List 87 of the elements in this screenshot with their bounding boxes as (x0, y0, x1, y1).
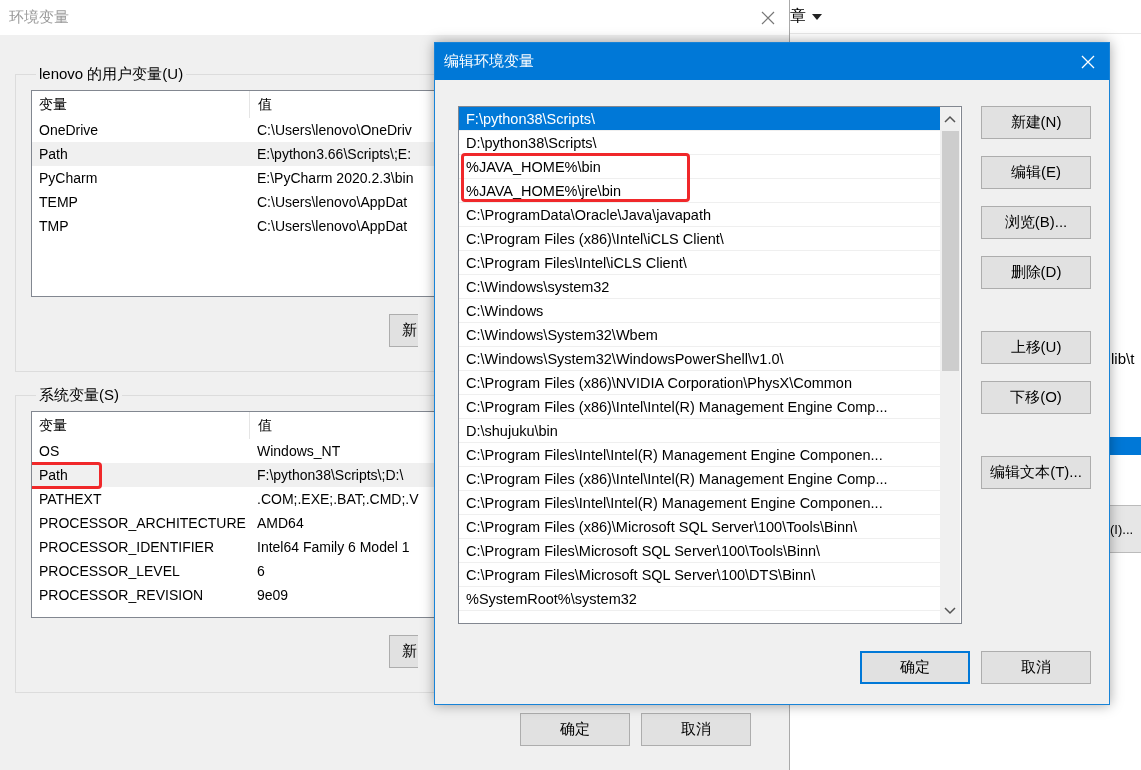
list-item[interactable]: C:\Program Files\Intel\Intel(R) Management Engine Componen... (459, 491, 940, 515)
close-icon[interactable] (761, 10, 775, 25)
dialog-button[interactable]: 浏览(B)... (981, 206, 1091, 239)
column-header[interactable]: 变量 (32, 412, 250, 439)
list-item[interactable]: C:\Program Files (x86)\Microsoft SQL Server\100\Tools\Binn\ (459, 515, 940, 539)
table-cell-text: Windows_NT (256, 443, 341, 459)
table-cell-text: PROCESSOR_ARCHITECTURE (38, 515, 247, 531)
table-cell-text: TMP (38, 218, 70, 234)
dialog-button[interactable]: 确定 (520, 713, 630, 746)
table-cell-text: PROCESSOR_IDENTIFIER (38, 539, 216, 555)
list-item[interactable]: D:\shujuku\bin (459, 419, 940, 443)
column-header[interactable]: 变量 (32, 91, 250, 118)
table-cell-text: F:\python38\Scripts\;D:\ (256, 467, 404, 483)
dialog-button[interactable]: 新建(N) (981, 106, 1091, 139)
list-item[interactable]: F:\python38\Scripts\ (459, 107, 940, 131)
table-cell-text: C:\Users\lenovo\AppDat (256, 218, 408, 234)
scroll-thumb[interactable] (941, 131, 959, 371)
window-title: 编辑环境变量 (444, 52, 534, 71)
table-cell-text: 9e09 (256, 587, 289, 603)
table-cell-text: C:\Users\lenovo\OneDriv (256, 122, 412, 138)
table-row[interactable]: Path E:\python3.66\Scripts\;E: (32, 142, 434, 166)
column-header[interactable]: 值 (250, 91, 272, 118)
table-row[interactable]: PROCESSOR_LEVEL 6 (32, 559, 434, 583)
list-item[interactable]: C:\Windows\System32\Wbem (459, 323, 940, 347)
dialog-button[interactable]: 取消 (641, 713, 751, 746)
edit-button[interactable]: (I)... (1110, 505, 1141, 553)
list-item[interactable]: C:\Program Files\Intel\Intel(R) Management Engine Componen... (459, 443, 940, 467)
toolbar-label[interactable]: 章 (790, 6, 806, 27)
table-cell-text: .COM;.EXE;.BAT;.CMD;.V (256, 491, 419, 507)
column-header[interactable]: 值 (250, 412, 272, 439)
dialog-button[interactable]: 确定 (860, 651, 970, 684)
table-cell-text: PROCESSOR_REVISION (38, 587, 205, 603)
table-cell-text: OneDrive (38, 122, 100, 138)
dialog-button[interactable]: 上移(U) (981, 331, 1091, 364)
list-item[interactable]: C:\Program Files (x86)\NVIDIA Corporation\PhysX\Common (459, 371, 940, 395)
list-item[interactable]: C:\Windows\System32\WindowsPowerShell\v1.0\ (459, 347, 940, 371)
table-row[interactable]: PATHEXT .COM;.EXE;.BAT;.CMD;.V (32, 487, 434, 511)
table-cell-text: PROCESSOR_LEVEL (38, 563, 181, 579)
path-text: lib\t (1111, 350, 1135, 367)
list-item[interactable]: %SystemRoot%\system32 (459, 587, 940, 611)
table-row[interactable]: PROCESSOR_ARCHITECTURE AMD64 (32, 511, 434, 535)
list-item[interactable]: C:\Program Files (x86)\Intel\iCLS Client\ (459, 227, 940, 251)
selected-row (1110, 437, 1141, 455)
list-item[interactable]: C:\Program Files\Microsoft SQL Server\100\DTS\Binn\ (459, 563, 940, 587)
new-button[interactable]: 新 (389, 314, 418, 347)
table-cell-text: 6 (256, 563, 265, 579)
table-cell-text: OS (38, 443, 61, 459)
table-row[interactable]: PyCharm E:\PyCharm 2020.2.3\bin (32, 166, 434, 190)
table-cell-text: Path (38, 146, 69, 162)
table-cell-text: AMD64 (256, 515, 304, 531)
table-row[interactable]: OneDrive C:\Users\lenovo\OneDriv (32, 118, 434, 142)
list-item[interactable]: C:\Program Files (x86)\Intel\Intel(R) Management Engine Comp... (459, 467, 940, 491)
table-row[interactable]: Path F:\python38\Scripts\;D:\ (32, 463, 434, 487)
new-button[interactable]: 新 (389, 635, 418, 668)
caret-icon (812, 13, 822, 20)
scroll-up-icon (944, 115, 956, 123)
table-cell-text: PATHEXT (38, 491, 103, 507)
list-item[interactable]: C:\Windows\system32 (459, 275, 940, 299)
table-row[interactable]: TEMP C:\Users\lenovo\AppDat (32, 190, 434, 214)
dialog-button[interactable]: 下移(O) (981, 381, 1091, 414)
list-item[interactable]: C:\Windows (459, 299, 940, 323)
list-item[interactable]: %JAVA_HOME%\jre\bin (459, 179, 940, 203)
table-cell-text: E:\PyCharm 2020.2.3\bin (256, 170, 414, 186)
list-item[interactable]: C:\Program Files\Microsoft SQL Server\100\Tools\Binn\ (459, 539, 940, 563)
window-title: 环境变量 (9, 8, 69, 27)
table-cell-text: Path (38, 467, 69, 483)
list-item[interactable]: C:\ProgramData\Oracle\Java\javapath (459, 203, 940, 227)
dialog-button[interactable]: 取消 (981, 651, 1091, 684)
table-row[interactable]: PROCESSOR_IDENTIFIER Intel64 Family 6 Model 1 (32, 535, 434, 559)
list-item[interactable]: D:\python38\Scripts\ (459, 131, 940, 155)
table-cell-text: Intel64 Family 6 Model 1 (256, 539, 410, 555)
table-cell-text: PyCharm (38, 170, 99, 186)
scroll-down-icon (944, 607, 956, 615)
table-row[interactable]: TMP C:\Users\lenovo\AppDat (32, 214, 434, 238)
scrollbar[interactable] (940, 107, 960, 623)
table-cell-text: C:\Users\lenovo\AppDat (256, 194, 408, 210)
dialog-button[interactable]: 删除(D) (981, 256, 1091, 289)
table-row[interactable]: PROCESSOR_REVISION 9e09 (32, 583, 434, 607)
table-row[interactable]: OS Windows_NT (32, 439, 434, 463)
dialog-button[interactable]: 编辑文本(T)... (981, 456, 1091, 489)
list-item[interactable]: C:\Program Files\Intel\iCLS Client\ (459, 251, 940, 275)
table-cell-text: TEMP (38, 194, 79, 210)
table-cell-text: E:\python3.66\Scripts\;E: (256, 146, 412, 162)
group-label: 系统变量(S) (38, 386, 120, 405)
dialog-button[interactable]: 编辑(E) (981, 156, 1091, 189)
list-item[interactable]: C:\Program Files (x86)\Intel\Intel(R) Management Engine Comp... (459, 395, 940, 419)
group-label: lenovo 的用户变量(U) (38, 65, 185, 84)
